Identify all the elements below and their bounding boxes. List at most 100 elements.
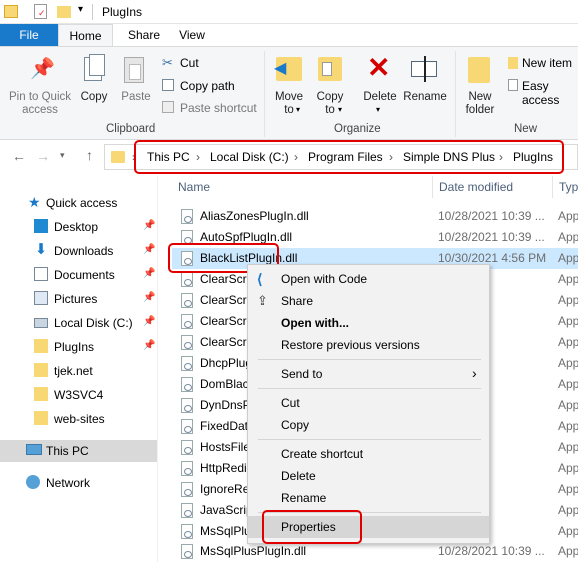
- nav-item-this-pc[interactable]: This PC: [0, 440, 157, 462]
- pin-icon[interactable]: 📌: [143, 316, 155, 327]
- menu-item-open-with[interactable]: Open with...: [248, 312, 489, 334]
- nav-item-pictures[interactable]: Pictures 📌: [0, 288, 158, 310]
- rename-button[interactable]: Rename: [402, 91, 448, 104]
- nav-item-tjek-net[interactable]: tjek.net: [0, 360, 158, 382]
- delete-dropdown-icon[interactable]: ▾: [376, 105, 380, 114]
- new-folder-icon: [468, 57, 490, 83]
- file-name: AliasZonesPlugIn.dll: [200, 209, 309, 223]
- paste-shortcut-icon: [162, 101, 174, 113]
- nav-item-plugins[interactable]: PlugIns 📌: [0, 336, 158, 358]
- copy-icon: [84, 54, 105, 81]
- copy-path-icon: [162, 79, 174, 91]
- column-header-type[interactable]: Typ: [559, 180, 578, 194]
- menu-item-cut[interactable]: Cut: [248, 392, 489, 414]
- tab-file[interactable]: File: [0, 24, 58, 46]
- pin-icon[interactable]: 📌: [143, 340, 155, 351]
- nav-item-network[interactable]: Network: [0, 472, 158, 494]
- nav-item-web-sites[interactable]: web-sites: [0, 408, 158, 430]
- copy-button[interactable]: Copy: [76, 91, 112, 104]
- file-name: MsSqlPlusPlugIn.dll: [200, 544, 307, 558]
- column-header-name[interactable]: Name: [178, 180, 210, 194]
- paste-shortcut-button[interactable]: Paste shortcut: [180, 101, 257, 115]
- file-type: App: [558, 314, 578, 328]
- copy-to-button[interactable]: Copy to: [312, 91, 348, 117]
- move-to-dropdown-icon[interactable]: ▾: [296, 105, 300, 114]
- menu-item-send-to[interactable]: Send to ›: [248, 363, 489, 385]
- copy-path-button[interactable]: Copy path: [180, 79, 235, 93]
- dll-file-icon: [181, 272, 193, 287]
- menu-label: Open with Code: [281, 272, 368, 286]
- nav-label: Downloads: [54, 244, 114, 258]
- file-type: App: [558, 356, 578, 370]
- nav-item-quick-access[interactable]: ★ Quick access: [0, 192, 158, 214]
- file-type: App: [558, 335, 578, 349]
- menu-item-open-with-code[interactable]: ⟨ Open with Code: [248, 268, 489, 290]
- nav-item-documents[interactable]: Documents 📌: [0, 264, 158, 286]
- up-icon[interactable]: ↑: [86, 147, 93, 163]
- nav-item-w3svc4[interactable]: W3SVC4: [0, 384, 158, 406]
- menu-label: Restore previous versions: [281, 338, 420, 352]
- nav-item-desktop[interactable]: Desktop 📌: [0, 216, 158, 238]
- menu-label: Copy: [281, 418, 310, 432]
- dll-file-icon: [181, 440, 193, 455]
- group-separator: [264, 51, 265, 137]
- dll-file-icon: [181, 544, 193, 559]
- recent-locations-icon[interactable]: ▾: [60, 150, 65, 161]
- file-name: DomBlac: [200, 377, 249, 391]
- file-type: App: [558, 293, 578, 307]
- menu-item-copy[interactable]: Copy: [248, 414, 489, 436]
- easy-access-button[interactable]: Easy access: [522, 79, 578, 107]
- pin-icon[interactable]: 📌: [143, 268, 155, 279]
- tab-view[interactable]: View: [170, 24, 214, 46]
- nav-label: web-sites: [54, 412, 105, 426]
- nav-item-downloads[interactable]: ⬇ Downloads 📌: [0, 240, 158, 262]
- column-divider: [552, 176, 553, 198]
- dll-file-icon: [181, 503, 193, 518]
- nav-item-local-disk[interactable]: Local Disk (C:) 📌: [0, 312, 158, 334]
- folder-icon: [34, 339, 48, 353]
- dll-file-icon: [181, 398, 193, 413]
- network-icon: [26, 475, 40, 489]
- column-header-date[interactable]: Date modified: [439, 180, 513, 194]
- cut-icon: ✂: [162, 55, 173, 70]
- new-item-button[interactable]: New item: [522, 56, 572, 70]
- file-type: App: [558, 482, 578, 496]
- file-name: ClearScri: [200, 335, 250, 349]
- dll-file-icon: [181, 335, 193, 350]
- copy-to-dropdown-icon[interactable]: ▾: [338, 105, 342, 114]
- file-type: App: [558, 524, 578, 538]
- file-row[interactable]: MsSqlPlusPlugIn.dll 10/28/2021 10:39 ... A…: [172, 541, 578, 562]
- menu-item-rename[interactable]: Rename: [248, 487, 489, 509]
- app-icon[interactable]: [4, 5, 18, 18]
- dll-file-icon: [181, 314, 193, 329]
- back-icon[interactable]: ←: [12, 148, 26, 164]
- menu-item-restore-previous-versions[interactable]: Restore previous versions: [248, 334, 489, 356]
- file-type: App: [558, 440, 578, 454]
- file-row[interactable]: AliasZonesPlugIn.dll 10/28/2021 10:39 ...…: [172, 206, 578, 227]
- paste-button[interactable]: Paste: [116, 91, 156, 104]
- download-icon: ⬇: [34, 241, 48, 258]
- file-type: App: [558, 209, 578, 223]
- forward-icon[interactable]: →: [36, 148, 50, 164]
- menu-item-create-shortcut[interactable]: Create shortcut: [248, 443, 489, 465]
- cut-button[interactable]: Cut: [180, 56, 199, 70]
- tab-share[interactable]: Share: [120, 24, 168, 46]
- file-type: App: [558, 503, 578, 517]
- new-folder-icon[interactable]: [57, 6, 71, 18]
- tab-home[interactable]: Home: [58, 24, 113, 46]
- dll-file-icon: [181, 461, 193, 476]
- pin-icon[interactable]: 📌: [143, 244, 155, 255]
- pin-icon[interactable]: 📌: [143, 292, 155, 303]
- dll-file-icon: [181, 356, 193, 371]
- delete-button[interactable]: Delete: [360, 91, 400, 104]
- new-folder-button[interactable]: New folder: [460, 91, 500, 117]
- properties-icon[interactable]: ✓: [34, 4, 47, 19]
- pin-to-quick-access-button[interactable]: Pin to Quick access: [4, 91, 76, 117]
- menu-item-share[interactable]: ⇪ Share: [248, 290, 489, 312]
- menu-item-delete[interactable]: Delete: [248, 465, 489, 487]
- move-to-button[interactable]: Move to: [270, 91, 308, 117]
- file-name: ClearScri: [200, 314, 250, 328]
- customize-toolbar-icon[interactable]: ▾: [78, 4, 83, 15]
- file-type: App: [558, 419, 578, 433]
- pin-icon[interactable]: 📌: [143, 220, 155, 231]
